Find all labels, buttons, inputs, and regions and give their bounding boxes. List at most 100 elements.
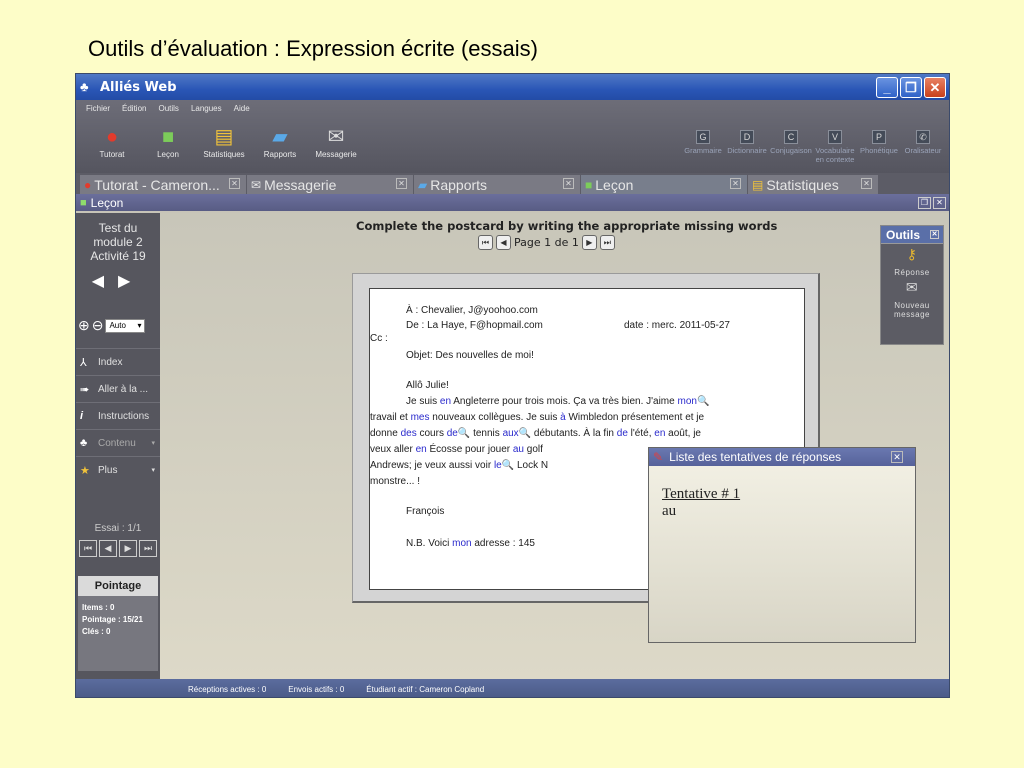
body-line-2: travail et mes nouveaux collègues. Je su… (370, 412, 705, 423)
last-page-icon[interactable]: ⏭ (599, 235, 615, 250)
lesson-instruction: Complete the postcard by writing the app… (356, 219, 778, 233)
mail-icon: ✉ (905, 279, 919, 295)
menu-fichier[interactable]: Fichier (86, 104, 110, 114)
next-page-icon[interactable]: ▶ (581, 235, 597, 250)
items-count: Items : 0 (82, 603, 115, 612)
body-line-3: donne des cours de🔍 tennis aux🔍 débutant… (370, 428, 701, 439)
prev-page-icon[interactable]: ◀ (496, 235, 511, 250)
first-page-icon[interactable]: ⏮ (478, 235, 493, 250)
magnifier-icon[interactable]: 🔍 (458, 428, 470, 439)
close-button[interactable]: ✕ (924, 76, 946, 98)
close-icon[interactable]: ✕ (930, 230, 939, 239)
zoom-out-icon[interactable]: ⊖ (92, 317, 104, 334)
zoom-in-icon[interactable]: ⊕ (78, 317, 90, 334)
receptions-status: Réceptions actives : 0 (188, 684, 267, 694)
essai-navigation: ⏮ ◀ ▶ ⏭ (76, 540, 160, 557)
sidebar-item-index[interactable]: ⅄ Index (76, 348, 160, 375)
close-icon[interactable]: ✕ (933, 196, 946, 209)
sidebar-item-plus[interactable]: ★ Plus ▾ (76, 456, 160, 483)
reports-icon: ▰ (272, 126, 288, 148)
popup-header[interactable]: ✎ Liste des tentatives de réponses ✕ (649, 448, 915, 466)
statistiques-button[interactable]: ▤ Statistiques (196, 124, 252, 159)
content-icon: ♣ (80, 437, 88, 449)
next-activity-icon[interactable]: ▶ (118, 273, 144, 290)
nouveau-message-button[interactable]: ✉ Nouveau message (881, 279, 943, 319)
lesson-content: Complete the postcard by writing the app… (160, 213, 949, 679)
reponse-button[interactable]: ⚷ Réponse (881, 246, 943, 277)
main-toolbar: ● Tutorat ■ Leçon ▤ Statistiques ▰ Rappo… (84, 124, 364, 159)
apple-icon: ● (84, 177, 92, 192)
email-subject: Objet: Des nouvelles de moi! (406, 350, 534, 361)
tab-rapports[interactable]: ▰ Rapports ✕ (414, 175, 580, 194)
nb-line: N.B. Voici mon adresse : 145 (406, 538, 535, 549)
lecon-button[interactable]: ■ Leçon (140, 124, 196, 159)
tab-statistiques[interactable]: ▤ Statistiques ✕ (748, 175, 878, 194)
sidebar-item-goto[interactable]: ➠ Aller à la ... (76, 375, 160, 402)
maximize-button[interactable]: ❐ (900, 76, 922, 98)
magnifier-icon[interactable]: 🔍 (697, 396, 709, 407)
essai-counter: Essai : 1/1 (94, 523, 142, 534)
sidebar-item-instructions[interactable]: i Instructions (76, 402, 160, 429)
reference-toolbar: G Grammaire D Dictionnaire C Conjugaison VV… (681, 130, 945, 164)
pointage-box: Pointage Items : 0 Pointage : 15/21 Clés… (78, 576, 158, 671)
tab-messagerie[interactable]: ✉ Messagerie ✕ (247, 175, 413, 194)
first-icon[interactable]: ⏮ (79, 540, 97, 557)
email-date: date : merc. 2011-05-27 (624, 320, 730, 331)
close-icon[interactable]: ✕ (891, 451, 903, 463)
outils-panel: Outils ✕ ⚷ Réponse ✉ Nouveau message (880, 225, 944, 345)
grammaire-button[interactable]: G Grammaire (681, 130, 725, 164)
page-label: Page 1 de 1 (514, 236, 579, 249)
minimize-button[interactable]: _ (876, 76, 898, 98)
sidebar-item-contenu[interactable]: ♣ Contenu ▾ (76, 429, 160, 456)
menu-edition[interactable]: Édition (122, 104, 146, 114)
last-icon[interactable]: ⏭ (139, 540, 157, 557)
apple-icon: ● (105, 126, 119, 148)
vocabulaire-button[interactable]: V Vocabulaire en contexte (813, 130, 857, 164)
key-icon: ⚷ (906, 246, 918, 262)
prev-icon[interactable]: ◀ (99, 540, 117, 557)
menu-aide[interactable]: Aide (234, 104, 250, 114)
zoom-select[interactable]: Auto ▾ (105, 318, 146, 333)
activity-arrows: ◀▶ (76, 271, 160, 291)
tab-close-icon[interactable]: ✕ (563, 178, 574, 189)
restore-icon[interactable]: ❐ (918, 196, 931, 209)
title-bar[interactable]: ♣ Alliés Web _ ❐ ✕ (76, 74, 949, 100)
menu-langues[interactable]: Langues (191, 104, 222, 114)
dictionnaire-button[interactable]: D Dictionnaire (725, 130, 769, 164)
goto-icon: ➠ (80, 383, 90, 396)
phonetique-button[interactable]: P Phonétique (857, 130, 901, 164)
tab-close-icon[interactable]: ✕ (396, 178, 407, 189)
tab-close-icon[interactable]: ✕ (730, 178, 741, 189)
magnifier-icon[interactable]: 🔍 (502, 460, 514, 471)
tab-tutorat[interactable]: ● Tutorat - Cameron... ✕ (80, 175, 246, 194)
panel-title: Leçon (90, 195, 124, 210)
body-line-6: monstre... ! (370, 476, 421, 487)
prev-activity-icon[interactable]: ◀ (92, 273, 118, 290)
lesson-icon: ■ (161, 126, 175, 148)
greeting: Allô Julie! (406, 380, 449, 391)
messagerie-button[interactable]: ✉ Messagerie (308, 124, 364, 159)
signature: François (406, 506, 445, 517)
tutorat-button[interactable]: ● Tutorat (84, 124, 140, 159)
menu-outils[interactable]: Outils (158, 104, 178, 114)
pointage-score: Pointage : 15/21 (82, 615, 143, 624)
oralisateur-button[interactable]: ✆ Oralisateur (901, 130, 945, 164)
left-panel: Test du module 2 Activité 19 ◀▶ ⊕ ⊖ Auto… (76, 213, 160, 679)
attempts-popup: ✎ Liste des tentatives de réponses ✕ Ten… (648, 447, 916, 643)
chevron-down-icon: ▾ (151, 467, 155, 474)
next-icon[interactable]: ▶ (119, 540, 137, 557)
tab-close-icon[interactable]: ✕ (229, 178, 240, 189)
attempt-title[interactable]: Tentative # 1 (662, 486, 915, 503)
pager: ⏮ ◀ Page 1 de 1 ▶ ⏭ (478, 235, 615, 250)
rapports-button[interactable]: ▰ Rapports (252, 124, 308, 159)
conjugation-icon: C (784, 130, 798, 144)
tab-bar: ● Tutorat - Cameron... ✕ ✉ Messagerie ✕ ▰ Rap… (76, 173, 949, 194)
lesson-icon: ■ (80, 196, 87, 209)
body-line-5: Andrews; je veux aussi voir le🔍 Lock N (370, 460, 549, 471)
tab-close-icon[interactable]: ✕ (861, 178, 872, 189)
tab-lecon[interactable]: ■ Leçon ✕ (581, 175, 747, 194)
email-to: À : Chevalier, J@yoohoo.com (406, 305, 538, 316)
magnifier-icon[interactable]: 🔍 (519, 428, 531, 439)
conjugaison-button[interactable]: C Conjugaison (769, 130, 813, 164)
app-logo-icon: ♣ (80, 79, 89, 94)
